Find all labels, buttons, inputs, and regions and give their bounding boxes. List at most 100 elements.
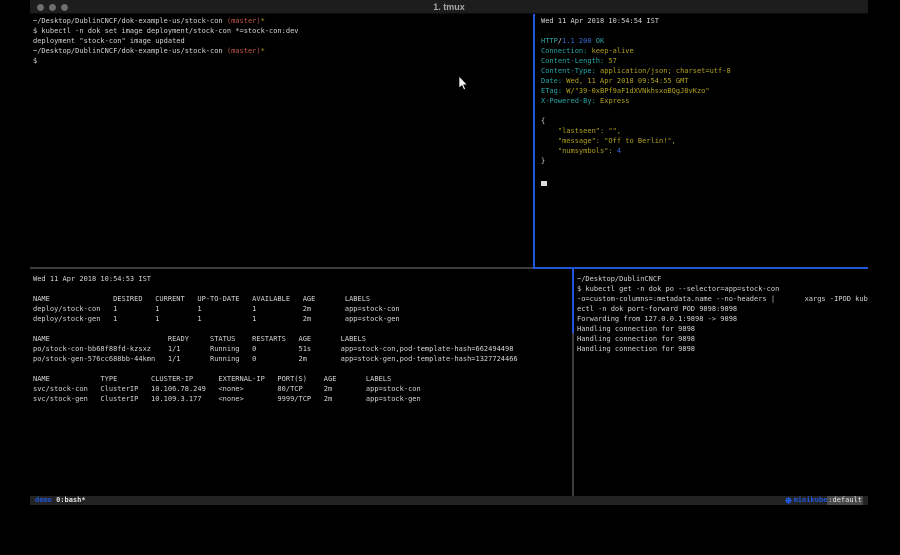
terminal-text: application/json; charset=utf-8: [596, 67, 731, 75]
window-title: 1. tmux: [30, 0, 868, 14]
terminal-text: W/"39-0xBPf9aF1dXVNkhsxoBQgJ8vKzo": [562, 87, 710, 95]
terminal-text: ~/Desktop/DublinCNCF: [577, 275, 661, 283]
traffic-lights: [37, 0, 68, 14]
terminal-line: ectl -n dok port-forward POD 9898:9898: [577, 304, 868, 314]
terminal-text: 4: [617, 147, 621, 155]
terminal-text: }: [541, 157, 545, 165]
zoom-button[interactable]: [61, 4, 68, 11]
tmux-status-bar: demo 0:bash* minikube:default: [30, 496, 868, 505]
terminal-line: -o=custom-columns=:metadata.name --no-he…: [577, 294, 868, 304]
terminal-line: Handling connection for 9898: [577, 334, 868, 344]
terminal-line: }: [541, 156, 868, 166]
minimize-button[interactable]: [49, 4, 56, 11]
terminal-text: deploy/stock-gen 1 1 1 1 2m app=stock-ge…: [33, 315, 400, 323]
terminal-line: po/stock-con-bb68f88fd-kzsxz 1/1 Running…: [33, 344, 572, 354]
terminal-text: {: [541, 117, 545, 125]
terminal-line: ~/Desktop/DublinCNCF/dok-example-us/stoc…: [33, 46, 533, 56]
terminal-cursor: [541, 181, 547, 186]
terminal-line: ETag: W/"39-0xBPf9aF1dXVNkhsxoBQgJ8vKzo": [541, 86, 868, 96]
terminal-line: X-Powered-By: Express: [541, 96, 868, 106]
tmux-session: ~/Desktop/DublinCNCF/dok-example-us/stoc…: [30, 14, 868, 496]
terminal-text: Date:: [541, 77, 562, 85]
terminal-line: Forwarding from 127.0.0.1:9898 -> 9898: [577, 314, 868, 324]
terminal-text: -o=custom-columns=:metadata.name --no-he…: [577, 295, 868, 303]
terminal-text: Connection:: [541, 47, 587, 55]
terminal-text: OK: [592, 37, 605, 45]
terminal-text: "numsymbols":: [541, 147, 617, 155]
terminal-text: Wed, 11 Apr 2018 09:54:55 GMT: [562, 77, 688, 85]
terminal-line: [541, 106, 868, 116]
terminal-text: $ kubectl get -n dok po --selector=app=s…: [577, 285, 779, 293]
terminal-text: keep-alive: [587, 47, 633, 55]
terminal-window: 1. tmux ~/Desktop/DublinCNCF/dok-example…: [30, 0, 868, 505]
terminal-line: [541, 26, 868, 36]
terminal-text: Content-Type:: [541, 67, 596, 75]
terminal-text: ectl -n dok port-forward POD 9898:9898: [577, 305, 737, 313]
terminal-text: "message": "Off to Berlin!",: [541, 137, 676, 145]
pane-top-right-http-response[interactable]: Wed 11 Apr 2018 10:54:54 IST HTTP/1.1 20…: [535, 14, 868, 266]
terminal-line: Content-Type: application/json; charset=…: [541, 66, 868, 76]
pane-bottom-left-kubectl-tables[interactable]: Wed 11 Apr 2018 10:54:53 IST NAME DESIRE…: [30, 269, 572, 496]
terminal-line: "numsymbols": 4: [541, 146, 868, 156]
terminal-text: *: [261, 17, 265, 25]
terminal-line: [33, 364, 572, 374]
terminal-line: "lastseen": "",: [541, 126, 868, 136]
mouse-pointer-icon: [458, 76, 468, 91]
terminal-line: NAME DESIRED CURRENT UP-TO-DATE AVAILABL…: [33, 294, 572, 304]
terminal-line: [33, 324, 572, 334]
terminal-line: $ kubectl get -n dok po --selector=app=s…: [577, 284, 868, 294]
kube-context-indicator: minikube: [785, 496, 828, 505]
terminal-line: po/stock-gen-576cc688bb-44kmn 1/1 Runnin…: [33, 354, 572, 364]
terminal-text: Handling connection for 9898: [577, 325, 695, 333]
helm-wheel-icon: [785, 497, 792, 504]
terminal-text: Handling connection for 9898: [577, 345, 695, 353]
terminal-text: Forwarding from 127.0.0.1:9898 -> 9898: [577, 315, 737, 323]
terminal-text: svc/stock-gen ClusterIP 10.109.3.177 <no…: [33, 395, 421, 403]
terminal-text: 1.1 200: [562, 37, 592, 45]
terminal-line: Handling connection for 9898: [577, 344, 868, 354]
terminal-line: [541, 176, 868, 186]
terminal-text: deploy/stock-con 1 1 1 1 2m app=stock-co…: [33, 305, 400, 313]
terminal-text: deployment "stock-con" image updated: [33, 37, 185, 45]
terminal-text: $: [33, 57, 37, 65]
terminal-line: deployment "stock-con" image updated: [33, 36, 533, 46]
terminal-text: po/stock-gen-576cc688bb-44kmn 1/1 Runnin…: [33, 355, 518, 363]
terminal-line: NAME READY STATUS RESTARTS AGE LABELS: [33, 334, 572, 344]
kube-namespace: :default: [827, 496, 863, 505]
terminal-text: Express: [596, 97, 630, 105]
terminal-text: "lastseen": "",: [541, 127, 621, 135]
terminal-line: Date: Wed, 11 Apr 2018 09:54:55 GMT: [541, 76, 868, 86]
window-tab-bash[interactable]: 0:bash*: [56, 496, 86, 505]
terminal-text: NAME TYPE CLUSTER-IP EXTERNAL-IP PORT(S)…: [33, 375, 391, 383]
kube-context-name: minikube: [794, 496, 828, 505]
close-button[interactable]: [37, 4, 44, 11]
pane-bottom-right-port-forward[interactable]: ~/Desktop/DublinCNCF $ kubectl get -n dok…: [574, 269, 868, 496]
terminal-line: svc/stock-con ClusterIP 10.106.78.249 <n…: [33, 384, 572, 394]
window-titlebar[interactable]: 1. tmux: [30, 0, 868, 14]
terminal-text: svc/stock-con ClusterIP 10.106.78.249 <n…: [33, 385, 421, 393]
desktop: 1. tmux ~/Desktop/DublinCNCF/dok-example…: [0, 0, 900, 555]
terminal-text: X-Powered-By:: [541, 97, 596, 105]
terminal-line: svc/stock-gen ClusterIP 10.109.3.177 <no…: [33, 394, 572, 404]
terminal-line: $ kubectl -n dok set image deployment/st…: [33, 26, 533, 36]
pane-top-left-shell[interactable]: ~/Desktop/DublinCNCF/dok-example-us/stoc…: [30, 14, 533, 266]
terminal-text: Handling connection for 9898: [577, 335, 695, 343]
terminal-line: "message": "Off to Berlin!",: [541, 136, 868, 146]
terminal-text: ETag:: [541, 87, 562, 95]
terminal-line: deploy/stock-gen 1 1 1 1 2m app=stock-ge…: [33, 314, 572, 324]
terminal-text: Wed 11 Apr 2018 10:54:53 IST: [33, 275, 151, 283]
terminal-text: ~/Desktop/DublinCNCF/dok-example-us/stoc…: [33, 17, 227, 25]
terminal-text: Wed 11 Apr 2018 10:54:54 IST: [541, 17, 659, 25]
terminal-line: NAME TYPE CLUSTER-IP EXTERNAL-IP PORT(S)…: [33, 374, 572, 384]
terminal-line: {: [541, 116, 868, 126]
terminal-line: [541, 166, 868, 176]
terminal-line: ~/Desktop/DublinCNCF/dok-example-us/stoc…: [33, 16, 533, 26]
terminal-text: (master): [227, 47, 261, 55]
terminal-text: 57: [604, 57, 617, 65]
terminal-line: deploy/stock-con 1 1 1 1 2m app=stock-co…: [33, 304, 572, 314]
session-name[interactable]: demo: [35, 496, 52, 505]
terminal-line: [33, 284, 572, 294]
terminal-line: Content-Length: 57: [541, 56, 868, 66]
terminal-text: NAME READY STATUS RESTARTS AGE LABELS: [33, 335, 366, 343]
terminal-line: Wed 11 Apr 2018 10:54:54 IST: [541, 16, 868, 26]
